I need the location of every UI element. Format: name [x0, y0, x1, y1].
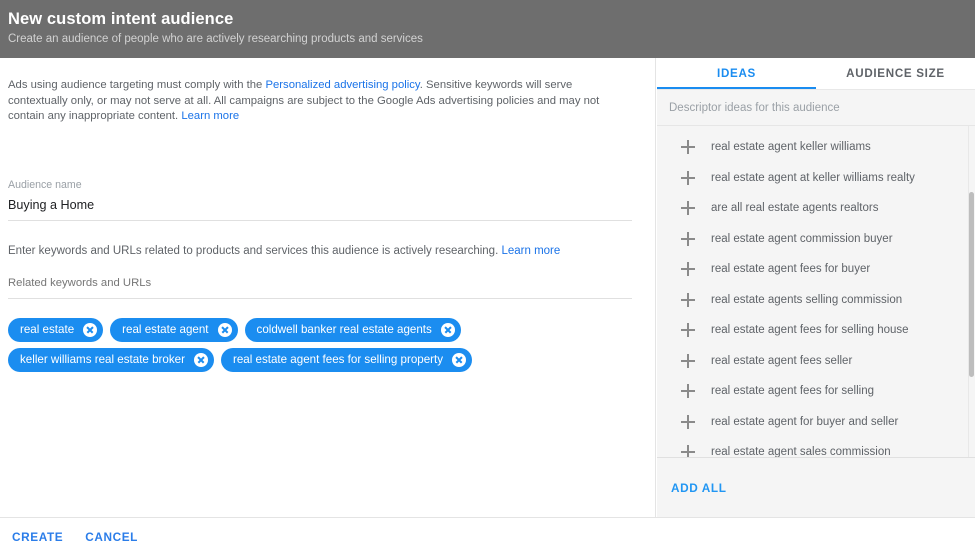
- keywords-help-text: Enter keywords and URLs related to produ…: [8, 243, 560, 259]
- ideas-scroll-region: real estate agent keller williams real es…: [657, 126, 975, 457]
- idea-label: real estate agents selling commission: [711, 293, 903, 306]
- page-title: New custom intent audience: [8, 10, 234, 28]
- idea-label: real estate agent fees seller: [711, 354, 853, 367]
- plus-icon[interactable]: [681, 445, 695, 457]
- plus-icon[interactable]: [681, 231, 695, 246]
- dialog-body: Ads using audience targeting must comply…: [0, 58, 975, 517]
- policy-notice-text-1: Ads using audience targeting must comply…: [8, 79, 266, 91]
- tab-ideas[interactable]: IDEAS: [657, 58, 816, 89]
- plus-icon[interactable]: [681, 353, 695, 368]
- close-circle-icon[interactable]: [217, 323, 232, 337]
- close-circle-icon[interactable]: [452, 353, 467, 367]
- idea-list-item[interactable]: real estate agent fees for buyer: [657, 254, 975, 285]
- idea-list-item[interactable]: real estate agent fees for selling house: [657, 315, 975, 346]
- panel-tabs: IDEAS AUDIENCE SIZE: [657, 58, 975, 90]
- idea-list-item[interactable]: real estate agent keller williams: [657, 132, 975, 163]
- dialog-header: New custom intent audience Create an aud…: [0, 0, 975, 58]
- ideas-scrollbar-thumb[interactable]: [969, 192, 974, 377]
- audience-name-label: Audience name: [8, 179, 82, 191]
- keywords-help-label: Enter keywords and URLs related to produ…: [8, 245, 502, 257]
- audience-name-underline: [8, 220, 632, 221]
- idea-list-item[interactable]: real estate agent fees for selling: [657, 376, 975, 407]
- keyword-chip[interactable]: real estate agent: [110, 318, 238, 342]
- keyword-chip-list: real estate real estate agent coldwell ban…: [8, 318, 638, 372]
- plus-icon[interactable]: [681, 384, 695, 399]
- cancel-button[interactable]: CANCEL: [77, 523, 146, 551]
- keyword-chip[interactable]: coldwell banker real estate agents: [244, 318, 461, 342]
- personalized-advertising-policy-link[interactable]: Personalized advertising policy: [265, 79, 419, 91]
- idea-list-item[interactable]: real estate agent fees seller: [657, 346, 975, 377]
- policy-learn-more-link[interactable]: Learn more: [181, 110, 239, 122]
- idea-label: real estate agent sales commission: [711, 446, 891, 457]
- ideas-list: real estate agent keller williams real es…: [657, 126, 975, 457]
- add-all-button[interactable]: ADD ALL: [667, 475, 731, 501]
- audience-form-panel: Ads using audience targeting must comply…: [0, 58, 656, 517]
- idea-list-item[interactable]: real estate agent for buyer and seller: [657, 407, 975, 438]
- plus-icon[interactable]: [681, 262, 695, 277]
- custom-intent-audience-dialog: New custom intent audience Create an aud…: [0, 0, 975, 556]
- keyword-chip-label: real estate agent fees for selling prope…: [232, 353, 444, 366]
- keyword-chip[interactable]: keller williams real estate broker: [8, 348, 214, 372]
- idea-label: real estate agent fees for selling house: [711, 324, 909, 337]
- idea-label: real estate agent fees for selling: [711, 385, 875, 398]
- dialog-footer: CREATE CANCEL: [0, 517, 975, 556]
- related-keywords-label: Related keywords and URLs: [8, 277, 152, 289]
- policy-notice: Ads using audience targeting must comply…: [8, 78, 634, 125]
- keyword-chip-label: coldwell banker real estate agents: [256, 323, 432, 336]
- idea-list-item[interactable]: are all real estate agents realtors: [657, 193, 975, 224]
- ideas-panel-footer: ADD ALL: [657, 457, 975, 517]
- keyword-chip-label: keller williams real estate broker: [20, 353, 185, 366]
- ideas-subheader: Descriptor ideas for this audience: [657, 90, 975, 126]
- keyword-chip[interactable]: real estate agent fees for selling prope…: [220, 348, 473, 372]
- related-keywords-underline: [8, 298, 632, 299]
- plus-icon[interactable]: [681, 292, 695, 307]
- keyword-chip[interactable]: real estate: [8, 318, 104, 342]
- plus-icon[interactable]: [681, 201, 695, 216]
- idea-label: real estate agent fees for buyer: [711, 263, 871, 276]
- idea-label: real estate agent keller williams: [711, 141, 871, 154]
- idea-label: real estate agent for buyer and seller: [711, 415, 899, 428]
- ideas-scrollbar[interactable]: [968, 126, 975, 457]
- close-circle-icon[interactable]: [440, 323, 455, 337]
- plus-icon[interactable]: [681, 414, 695, 429]
- plus-icon[interactable]: [681, 140, 695, 155]
- idea-label: are all real estate agents realtors: [711, 202, 879, 215]
- ideas-panel: IDEAS AUDIENCE SIZE Descriptor ideas for …: [657, 58, 975, 517]
- close-circle-icon[interactable]: [83, 323, 98, 337]
- keywords-learn-more-link[interactable]: Learn more: [501, 245, 560, 257]
- create-button[interactable]: CREATE: [4, 523, 71, 551]
- audience-name-input[interactable]: Buying a Home: [8, 196, 632, 220]
- idea-list-item[interactable]: real estate agents selling commission: [657, 285, 975, 316]
- close-circle-icon[interactable]: [193, 353, 208, 367]
- idea-label: real estate agent commission buyer: [711, 232, 893, 245]
- idea-label: real estate agent at keller williams rea…: [711, 171, 915, 184]
- page-subtitle: Create an audience of people who are act…: [8, 33, 423, 45]
- keyword-chip-label: real estate: [20, 323, 75, 336]
- tab-audience-size[interactable]: AUDIENCE SIZE: [816, 58, 975, 89]
- plus-icon[interactable]: [681, 323, 695, 338]
- idea-list-item[interactable]: real estate agent commission buyer: [657, 224, 975, 255]
- idea-list-item[interactable]: real estate agent at keller williams rea…: [657, 163, 975, 194]
- plus-icon[interactable]: [681, 170, 695, 185]
- keyword-chip-label: real estate agent: [122, 323, 209, 336]
- idea-list-item[interactable]: real estate agent sales commission: [657, 437, 975, 457]
- related-keywords-field[interactable]: Related keywords and URLs: [8, 275, 632, 299]
- audience-name-field[interactable]: Audience name Buying a Home: [8, 178, 632, 221]
